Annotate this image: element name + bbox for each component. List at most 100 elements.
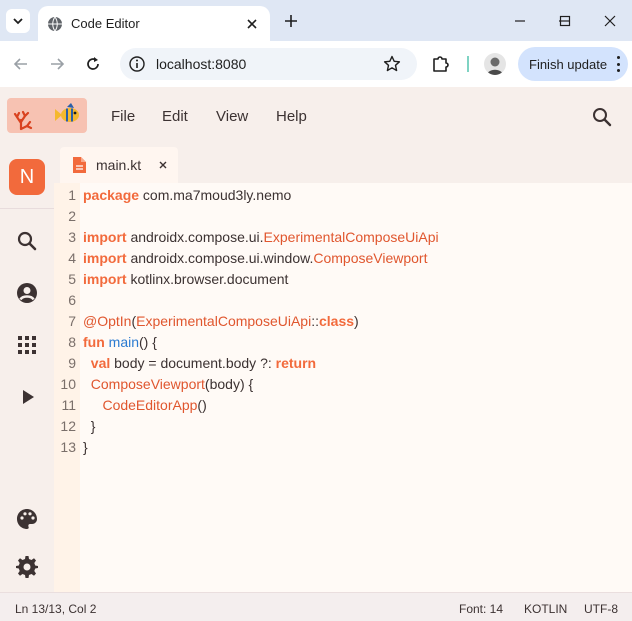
code-token: body = document.body ?: <box>110 355 276 371</box>
play-icon[interactable] <box>15 385 39 409</box>
app-badge[interactable]: N <box>9 159 45 195</box>
code-editor-app: File Edit View Help N main.kt 1 package c… <box>0 87 632 621</box>
rail-divider <box>0 208 54 209</box>
code-token: import <box>83 229 127 245</box>
extensions-puzzle-icon[interactable] <box>430 53 452 75</box>
window-close-button[interactable] <box>597 8 623 34</box>
reload-icon <box>87 57 99 70</box>
code-line[interactable]: ComposeViewport(body) { <box>83 376 253 392</box>
person-avatar-icon <box>487 57 503 75</box>
code-line[interactable]: } <box>83 439 88 455</box>
code-line[interactable]: import kotlinx.browser.document <box>83 271 288 287</box>
code-token: :: <box>311 313 319 329</box>
globe-icon <box>48 16 62 31</box>
code-token: androidx.compose.ui.window. <box>126 250 314 266</box>
code-token: ) <box>354 313 359 329</box>
menu-file[interactable]: File <box>111 108 135 125</box>
line-number: 6 <box>68 292 76 308</box>
window-minimize-button[interactable] <box>507 8 533 34</box>
new-tab-button[interactable] <box>280 10 302 32</box>
close-icon[interactable] <box>157 159 169 171</box>
arrow-right-icon <box>51 58 65 70</box>
chevron-down-icon <box>13 18 23 25</box>
code-token: import <box>83 250 127 266</box>
address-bar[interactable]: localhost:8080 <box>120 48 417 80</box>
code-token: ComposeViewport <box>313 250 428 266</box>
minimize-icon <box>515 20 525 22</box>
back-button[interactable] <box>9 52 33 76</box>
menu-edit[interactable]: Edit <box>162 108 188 125</box>
editor-tab-bar: main.kt <box>54 145 632 183</box>
code-token: androidx.compose.ui. <box>126 229 264 245</box>
code-line[interactable]: import androidx.compose.ui.ExperimentalC… <box>83 229 439 245</box>
browser-tab-strip: Code Editor <box>0 0 632 41</box>
code-token: () <box>197 397 207 413</box>
tab-search-button[interactable] <box>6 9 30 33</box>
code-token: kotlinx.browser.document <box>126 271 289 287</box>
code-line[interactable]: CodeEditorApp() <box>83 397 207 413</box>
line-number: 4 <box>68 250 76 266</box>
line-number: 7 <box>68 313 76 329</box>
code-editor[interactable]: 1 package com.ma7moud3ly.nemo 2 3 import and… <box>54 183 632 592</box>
language-status[interactable]: KOTLIN <box>524 602 567 616</box>
maximize-icon <box>559 15 571 27</box>
font-size-status[interactable]: Font: 14 <box>459 602 503 616</box>
finish-update-button[interactable]: Finish update <box>518 47 628 81</box>
code-token: @OptIn <box>83 313 132 329</box>
close-icon <box>247 18 257 29</box>
settings-gear-icon[interactable] <box>15 555 39 579</box>
site-info-icon[interactable] <box>128 55 146 73</box>
code-token: main <box>108 334 140 350</box>
file-icon <box>73 157 86 173</box>
code-token: ExperimentalComposeUiApi <box>136 313 312 329</box>
search-icon[interactable] <box>591 106 613 128</box>
line-number: 2 <box>68 208 76 224</box>
account-circle-icon[interactable] <box>15 281 39 305</box>
finish-update-label: Finish update <box>529 56 608 72</box>
browser-toolbar: localhost:8080 Finish update <box>0 41 632 87</box>
encoding-status[interactable]: UTF-8 <box>584 602 618 616</box>
line-number: 11 <box>61 397 76 413</box>
file-tab-main[interactable]: main.kt <box>60 147 178 183</box>
menu-view[interactable]: View <box>216 108 248 125</box>
plus-icon <box>285 15 297 27</box>
status-bar: Ln 13/13, Col 2 Font: 14 KOTLIN UTF-8 <box>0 592 632 621</box>
code-token: class <box>318 313 355 329</box>
window-maximize-button[interactable] <box>552 8 578 34</box>
toolbar-divider <box>467 56 469 72</box>
search-icon[interactable] <box>15 229 39 253</box>
code-line[interactable]: @OptIn(ExperimentalComposeUiApi::class) <box>83 313 359 329</box>
profile-avatar[interactable] <box>484 53 506 75</box>
code-token: import <box>83 271 127 287</box>
apps-grid-icon[interactable] <box>15 333 39 357</box>
close-icon <box>604 15 616 27</box>
url-text[interactable]: localhost:8080 <box>156 56 246 72</box>
line-number: 8 <box>68 334 76 350</box>
code-token: fun <box>83 334 105 350</box>
code-line[interactable]: package com.ma7moud3ly.nemo <box>83 187 291 203</box>
code-token: ComposeViewport <box>90 376 205 392</box>
code-token: com.ma7moud3ly.nemo <box>139 187 292 203</box>
palette-icon[interactable] <box>15 507 39 531</box>
forward-button[interactable] <box>45 52 69 76</box>
code-line[interactable]: fun main() { <box>83 334 157 350</box>
code-token: (body) { <box>204 376 254 392</box>
line-number: 1 <box>68 187 76 203</box>
side-rail: N <box>0 145 54 592</box>
code-token: val <box>90 355 111 371</box>
app-logo <box>7 98 87 133</box>
line-number: 9 <box>68 355 76 371</box>
bookmark-star-icon[interactable] <box>383 55 401 73</box>
line-number: 13 <box>60 439 76 455</box>
menu-help[interactable]: Help <box>276 108 307 125</box>
tab-close-button[interactable] <box>242 14 262 34</box>
code-token: () { <box>139 334 157 350</box>
reload-button[interactable] <box>81 52 105 76</box>
browser-tab[interactable]: Code Editor <box>38 6 270 41</box>
code-line[interactable]: import androidx.compose.ui.window.Compos… <box>83 250 427 266</box>
code-line[interactable]: val body = document.body ?: return <box>83 355 316 371</box>
code-line[interactable]: } <box>83 418 96 434</box>
coral-fish-logo-icon <box>13 103 79 131</box>
